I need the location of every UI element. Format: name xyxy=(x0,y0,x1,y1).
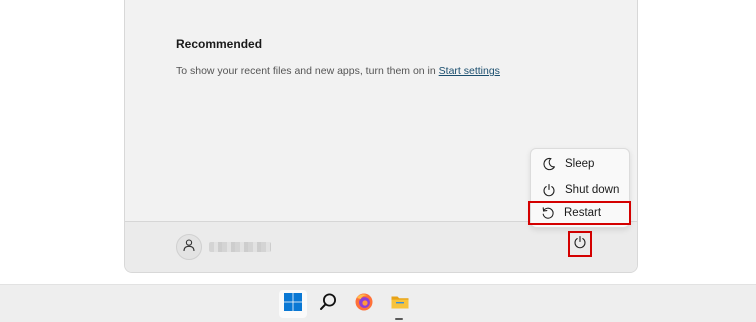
recommended-message-text: To show your recent files and new apps, … xyxy=(176,65,439,77)
firefox-icon xyxy=(354,292,374,317)
running-indicator xyxy=(395,318,403,320)
power-icon xyxy=(542,183,556,197)
search-icon xyxy=(318,292,338,317)
start-menu: Recommended To show your recent files an… xyxy=(124,0,638,273)
taskbar xyxy=(0,284,756,322)
recommended-heading: Recommended xyxy=(176,37,263,51)
user-profile-button[interactable] xyxy=(176,234,202,260)
power-button[interactable] xyxy=(568,231,592,257)
search-button[interactable] xyxy=(314,290,342,318)
restart-icon xyxy=(541,206,555,220)
sleep-label: Sleep xyxy=(565,157,595,170)
start-settings-link[interactable]: Start settings xyxy=(439,65,500,77)
user-name-redacted xyxy=(209,242,271,252)
start-button[interactable] xyxy=(279,290,307,318)
start-menu-footer xyxy=(125,221,637,272)
desktop: Recommended To show your recent files an… xyxy=(0,0,756,322)
moon-icon xyxy=(542,157,556,171)
recommended-message: To show your recent files and new apps, … xyxy=(176,65,500,77)
shutdown-menu-item[interactable]: Shut down xyxy=(531,177,629,202)
shutdown-label: Shut down xyxy=(565,183,620,196)
power-icon xyxy=(573,235,587,254)
user-icon xyxy=(182,238,196,257)
folder-icon xyxy=(390,292,410,317)
firefox-button[interactable] xyxy=(350,290,378,318)
windows-logo-icon xyxy=(283,292,303,317)
restart-label: Restart xyxy=(564,207,602,219)
file-explorer-button[interactable] xyxy=(386,290,414,318)
restart-menu-item[interactable]: Restart xyxy=(530,202,629,224)
sleep-menu-item[interactable]: Sleep xyxy=(531,151,629,176)
